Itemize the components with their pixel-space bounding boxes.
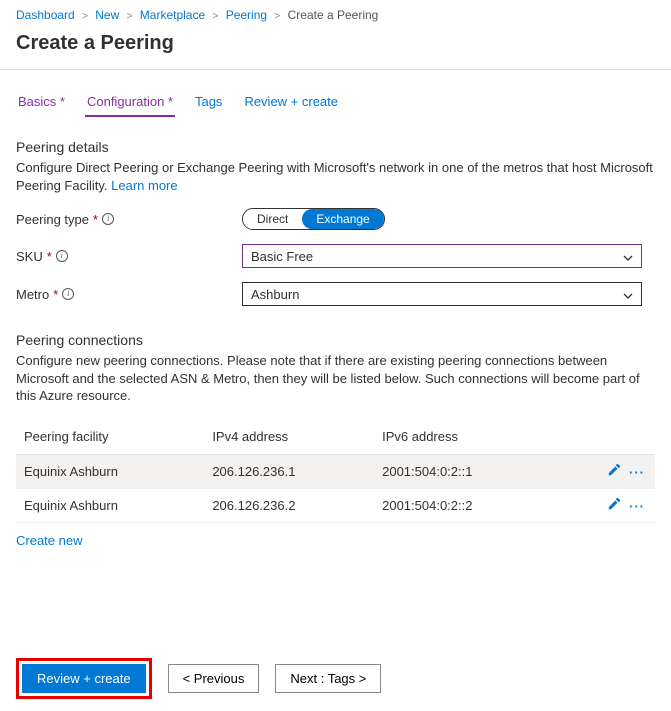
tab-tags[interactable]: Tags: [193, 88, 224, 117]
col-ipv6: IPv6 address: [374, 419, 556, 455]
sku-label: SKU * i: [16, 249, 242, 264]
chevron-right-icon: >: [78, 11, 92, 22]
sku-value: Basic Free: [251, 249, 313, 264]
info-icon[interactable]: i: [56, 250, 68, 262]
chevron-down-icon: [623, 289, 633, 299]
cell-ipv6: 2001:504:0:2::2: [374, 488, 556, 522]
table-row[interactable]: Equinix Ashburn 206.126.236.1 2001:504:0…: [16, 454, 655, 488]
cell-ipv6: 2001:504:0:2::1: [374, 454, 556, 488]
chevron-right-icon: >: [209, 11, 223, 22]
breadcrumb-peering[interactable]: Peering: [226, 8, 267, 22]
metro-label-text: Metro: [16, 287, 49, 302]
page-title: Create a Peering: [0, 26, 671, 70]
previous-button[interactable]: < Previous: [168, 664, 260, 693]
edit-icon[interactable]: [605, 497, 623, 514]
highlight-box: Review + create: [16, 658, 152, 699]
review-create-button[interactable]: Review + create: [22, 664, 146, 693]
peering-details-heading: Peering details: [16, 139, 655, 155]
cell-facility: Equinix Ashburn: [16, 454, 204, 488]
peering-type-toggle[interactable]: Direct Exchange: [242, 208, 385, 230]
cell-facility: Equinix Ashburn: [16, 488, 204, 522]
peering-details-desc: Configure Direct Peering or Exchange Pee…: [16, 159, 655, 194]
peering-type-direct[interactable]: Direct: [243, 209, 302, 229]
peering-type-label-text: Peering type: [16, 212, 89, 227]
cell-ipv4: 206.126.236.1: [204, 454, 374, 488]
sku-dropdown[interactable]: Basic Free: [242, 244, 642, 268]
cell-ipv4: 206.126.236.2: [204, 488, 374, 522]
info-icon[interactable]: i: [62, 288, 74, 300]
required-indicator: *: [164, 94, 173, 109]
peering-type-label: Peering type * i: [16, 212, 242, 227]
learn-more-link[interactable]: Learn more: [111, 178, 177, 193]
tab-configuration-label: Configuration: [87, 94, 164, 109]
peering-connections-heading: Peering connections: [16, 332, 655, 348]
connections-table: Peering facility IPv4 address IPv6 addre…: [16, 419, 655, 523]
more-icon[interactable]: ···: [627, 499, 647, 514]
more-icon[interactable]: ···: [627, 465, 647, 480]
chevron-right-icon: >: [123, 11, 137, 22]
required-indicator: *: [93, 212, 98, 227]
required-indicator: *: [53, 287, 58, 302]
footer-actions: Review + create < Previous Next : Tags >: [16, 658, 381, 699]
breadcrumb-dashboard[interactable]: Dashboard: [16, 8, 75, 22]
info-icon[interactable]: i: [102, 213, 114, 225]
col-actions: [556, 419, 655, 455]
tab-basics[interactable]: Basics *: [16, 88, 67, 117]
create-new-link[interactable]: Create new: [16, 533, 82, 548]
metro-label: Metro * i: [16, 287, 242, 302]
breadcrumb-current: Create a Peering: [288, 8, 379, 22]
required-indicator: *: [56, 94, 65, 109]
tab-basics-label: Basics: [18, 94, 56, 109]
chevron-right-icon: >: [270, 11, 284, 22]
col-facility: Peering facility: [16, 419, 204, 455]
required-indicator: *: [47, 249, 52, 264]
col-ipv4: IPv4 address: [204, 419, 374, 455]
tab-review-create[interactable]: Review + create: [242, 88, 340, 117]
breadcrumb: Dashboard > New > Marketplace > Peering …: [0, 0, 671, 26]
chevron-down-icon: [623, 251, 633, 261]
tab-bar: Basics * Configuration * Tags Review + c…: [16, 88, 655, 117]
breadcrumb-new[interactable]: New: [95, 8, 119, 22]
next-button[interactable]: Next : Tags >: [275, 664, 381, 693]
peering-connections-desc: Configure new peering connections. Pleas…: [16, 352, 655, 405]
edit-icon[interactable]: [605, 463, 623, 480]
sku-label-text: SKU: [16, 249, 43, 264]
peering-type-exchange[interactable]: Exchange: [302, 209, 383, 229]
breadcrumb-marketplace[interactable]: Marketplace: [140, 8, 205, 22]
metro-value: Ashburn: [251, 287, 299, 302]
table-row[interactable]: Equinix Ashburn 206.126.236.2 2001:504:0…: [16, 488, 655, 522]
tab-configuration[interactable]: Configuration *: [85, 88, 175, 117]
metro-dropdown[interactable]: Ashburn: [242, 282, 642, 306]
